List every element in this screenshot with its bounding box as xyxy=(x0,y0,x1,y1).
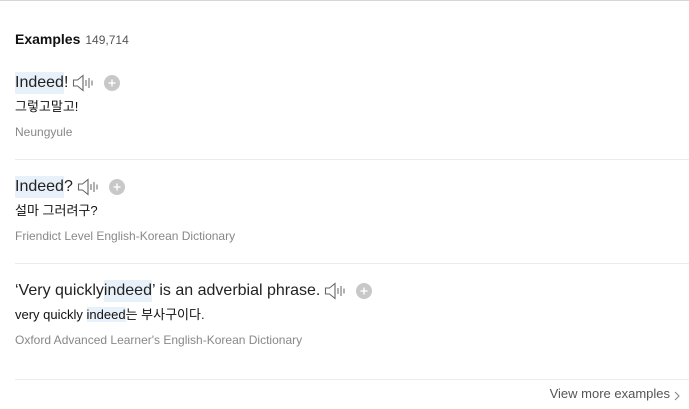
speaker-icon[interactable] xyxy=(324,281,348,301)
sentence-text-after: ? xyxy=(63,178,73,195)
add-icon[interactable] xyxy=(108,179,125,195)
speaker-icon[interactable] xyxy=(72,73,96,93)
examples-header: Examples 149,714 xyxy=(15,31,129,47)
example-sentence: Indeed? xyxy=(15,176,689,198)
view-more-label: View more examples xyxy=(549,386,670,401)
example-item: Indeed! 그렇고말고! Neungyule xyxy=(15,72,689,140)
examples-count: 149,714 xyxy=(85,33,129,47)
translation-text-before: 그렇고말고! xyxy=(15,99,79,114)
example-source: Friendict Level English-Korean Dictionar… xyxy=(15,229,236,243)
example-sentence: Indeed! xyxy=(15,72,689,94)
sentence-highlight: indeed xyxy=(103,280,152,302)
sentence-text-before: ‘Very quickly xyxy=(15,282,104,299)
example-item: ‘Very quickly indeed’ is an adverbial ph… xyxy=(15,280,689,348)
add-icon[interactable] xyxy=(104,75,121,91)
examples-title: Examples xyxy=(15,31,81,47)
example-translation: 그렇고말고! xyxy=(15,98,689,116)
example-sentence: ‘Very quickly indeed’ is an adverbial ph… xyxy=(15,280,689,302)
example-translation: 설마 그러려구? xyxy=(15,202,689,220)
example-source: Oxford Advanced Learner's English-Korean… xyxy=(15,333,303,347)
example-source: Neungyule xyxy=(15,125,73,139)
sentence-highlight: Indeed xyxy=(15,176,64,198)
divider xyxy=(15,263,689,264)
chevron-right-icon xyxy=(674,389,680,400)
view-more-examples-link[interactable]: View more examples xyxy=(550,386,680,401)
speaker-icon[interactable] xyxy=(77,177,101,197)
translation-highlight: indeed xyxy=(86,307,126,322)
top-border xyxy=(0,0,689,1)
translation-text-after: 는 부사구이다. xyxy=(125,307,205,322)
example-translation: very quickly indeed는 부사구이다. xyxy=(15,306,689,324)
divider xyxy=(15,379,689,380)
divider xyxy=(15,159,689,160)
add-icon[interactable] xyxy=(356,283,373,299)
sentence-text-after: ’ is an adverbial phrase. xyxy=(151,282,321,299)
sentence-text-after: ! xyxy=(63,74,69,91)
translation-text-before: 설마 그러려구? xyxy=(15,203,98,218)
translation-text-before: very quickly xyxy=(15,307,87,322)
sentence-highlight: Indeed xyxy=(15,72,64,94)
example-item: Indeed? 설마 그러려구? Friendict Level English… xyxy=(15,176,689,244)
